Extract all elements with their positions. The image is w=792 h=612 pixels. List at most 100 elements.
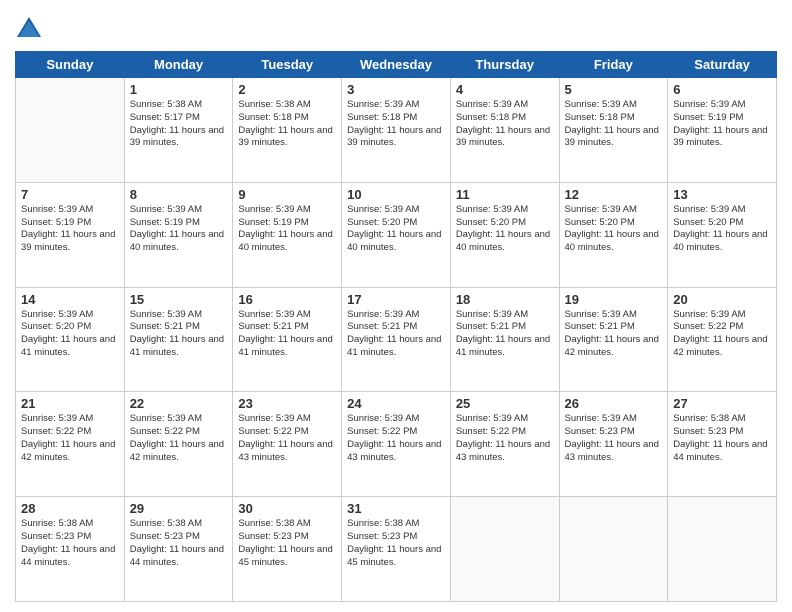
calendar-cell: 8 Sunrise: 5:39 AM Sunset: 5:19 PM Daylig… — [124, 182, 233, 287]
calendar-cell: 30 Sunrise: 5:38 AM Sunset: 5:23 PM Dayli… — [233, 497, 342, 602]
day-number: 27 — [673, 396, 771, 411]
calendar-cell: 31Sunrise: 5:38 AM Sunset: 5:23 PM Dayli… — [342, 497, 451, 602]
day-info: Sunrise: 5:38 AM Sunset: 5:23 PM Dayligh… — [347, 518, 445, 569]
day-number: 2 — [238, 82, 336, 97]
day-number: 18 — [456, 292, 554, 307]
calendar-cell: 25 Sunrise: 5:39 AM Sunset: 5:22 PM Dayli… — [450, 392, 559, 497]
calendar-body: 1Sunrise: 5:38 AM Sunset: 5:17 PM Daylig… — [16, 78, 777, 602]
calendar-cell: 6 Sunrise: 5:39 AM Sunset: 5:19 PM Daylig… — [668, 78, 777, 183]
day-info: Sunrise: 5:39 AM Sunset: 5:20 PM Dayligh… — [565, 204, 663, 255]
weekday-header-sunday: Sunday — [16, 52, 125, 78]
logo-icon — [15, 15, 43, 43]
day-info: Sunrise: 5:39 AM Sunset: 5:19 PM Dayligh… — [238, 204, 336, 255]
day-info: Sunrise: 5:39 AM Sunset: 5:18 PM Dayligh… — [347, 99, 445, 150]
calendar-cell: 17Sunrise: 5:39 AM Sunset: 5:21 PM Dayli… — [342, 287, 451, 392]
day-number: 12 — [565, 187, 663, 202]
calendar-table: SundayMondayTuesdayWednesdayThursdayFrid… — [15, 51, 777, 602]
day-number: 10 — [347, 187, 445, 202]
day-number: 13 — [673, 187, 771, 202]
calendar-cell: 4Sunrise: 5:39 AM Sunset: 5:18 PM Daylig… — [450, 78, 559, 183]
day-info: Sunrise: 5:39 AM Sunset: 5:21 PM Dayligh… — [238, 309, 336, 360]
day-number: 22 — [130, 396, 228, 411]
calendar-cell: 14 Sunrise: 5:39 AM Sunset: 5:20 PM Dayli… — [16, 287, 125, 392]
calendar-cell: 28Sunrise: 5:38 AM Sunset: 5:23 PM Dayli… — [16, 497, 125, 602]
day-number: 24 — [347, 396, 445, 411]
weekday-header-friday: Friday — [559, 52, 668, 78]
calendar-cell: 18 Sunrise: 5:39 AM Sunset: 5:21 PM Dayli… — [450, 287, 559, 392]
day-number: 17 — [347, 292, 445, 307]
day-info: Sunrise: 5:39 AM Sunset: 5:19 PM Dayligh… — [673, 99, 771, 150]
day-number: 8 — [130, 187, 228, 202]
calendar-cell — [559, 497, 668, 602]
day-info: Sunrise: 5:39 AM Sunset: 5:22 PM Dayligh… — [456, 413, 554, 464]
day-info: Sunrise: 5:39 AM Sunset: 5:22 PM Dayligh… — [347, 413, 445, 464]
calendar-cell: 19 Sunrise: 5:39 AM Sunset: 5:21 PM Dayli… — [559, 287, 668, 392]
day-info: Sunrise: 5:39 AM Sunset: 5:22 PM Dayligh… — [21, 413, 119, 464]
day-number: 14 — [21, 292, 119, 307]
calendar-cell — [16, 78, 125, 183]
calendar-cell: 16 Sunrise: 5:39 AM Sunset: 5:21 PM Dayli… — [233, 287, 342, 392]
day-number: 25 — [456, 396, 554, 411]
page: SundayMondayTuesdayWednesdayThursdayFrid… — [0, 0, 792, 612]
day-number: 20 — [673, 292, 771, 307]
calendar-cell: 12 Sunrise: 5:39 AM Sunset: 5:20 PM Dayli… — [559, 182, 668, 287]
day-info: Sunrise: 5:39 AM Sunset: 5:20 PM Dayligh… — [456, 204, 554, 255]
day-info: Sunrise: 5:38 AM Sunset: 5:23 PM Dayligh… — [238, 518, 336, 569]
day-info: Sunrise: 5:39 AM Sunset: 5:22 PM Dayligh… — [673, 309, 771, 360]
day-number: 7 — [21, 187, 119, 202]
calendar-cell: 3 Sunrise: 5:39 AM Sunset: 5:18 PM Daylig… — [342, 78, 451, 183]
day-number: 21 — [21, 396, 119, 411]
day-info: Sunrise: 5:38 AM Sunset: 5:23 PM Dayligh… — [130, 518, 228, 569]
day-info: Sunrise: 5:39 AM Sunset: 5:21 PM Dayligh… — [456, 309, 554, 360]
day-info: Sunrise: 5:39 AM Sunset: 5:19 PM Dayligh… — [130, 204, 228, 255]
calendar-week-4: 28 Sunrise: 5:38 AM Sunset: 5:23 PM Dayli… — [16, 497, 777, 602]
weekday-header-saturday: Saturday — [668, 52, 777, 78]
calendar-week-3: 21 Sunrise: 5:39 AM Sunset: 5:22 PM Dayli… — [16, 392, 777, 497]
day-number: 30 — [238, 501, 336, 516]
calendar-cell: 5 Sunrise: 5:39 AM Sunset: 5:18 PM Daylig… — [559, 78, 668, 183]
weekday-header-tuesday: Tuesday — [233, 52, 342, 78]
day-number: 5 — [565, 82, 663, 97]
day-number: 4 — [456, 82, 554, 97]
day-number: 9 — [238, 187, 336, 202]
calendar-cell: 29Sunrise: 5:38 AM Sunset: 5:23 PM Dayli… — [124, 497, 233, 602]
calendar-cell: 26Sunrise: 5:39 AM Sunset: 5:23 PM Dayli… — [559, 392, 668, 497]
day-info: Sunrise: 5:38 AM Sunset: 5:23 PM Dayligh… — [673, 413, 771, 464]
calendar-cell: 13 Sunrise: 5:39 AM Sunset: 5:20 PM Dayli… — [668, 182, 777, 287]
day-number: 23 — [238, 396, 336, 411]
calendar-week-0: 1Sunrise: 5:38 AM Sunset: 5:17 PM Daylig… — [16, 78, 777, 183]
day-number: 16 — [238, 292, 336, 307]
day-info: Sunrise: 5:38 AM Sunset: 5:18 PM Dayligh… — [238, 99, 336, 150]
weekday-header-wednesday: Wednesday — [342, 52, 451, 78]
calendar-cell: 11Sunrise: 5:39 AM Sunset: 5:20 PM Dayli… — [450, 182, 559, 287]
calendar-cell: 7Sunrise: 5:39 AM Sunset: 5:19 PM Daylig… — [16, 182, 125, 287]
calendar-header: SundayMondayTuesdayWednesdayThursdayFrid… — [16, 52, 777, 78]
calendar-week-1: 7 Sunrise: 5:39 AM Sunset: 5:19 PM Daylig… — [16, 182, 777, 287]
calendar-cell: 15Sunrise: 5:39 AM Sunset: 5:21 PM Dayli… — [124, 287, 233, 392]
weekday-header-monday: Monday — [124, 52, 233, 78]
day-number: 1 — [130, 82, 228, 97]
calendar-cell: 9 Sunrise: 5:39 AM Sunset: 5:19 PM Daylig… — [233, 182, 342, 287]
day-info: Sunrise: 5:39 AM Sunset: 5:22 PM Dayligh… — [238, 413, 336, 464]
day-number: 19 — [565, 292, 663, 307]
day-info: Sunrise: 5:39 AM Sunset: 5:20 PM Dayligh… — [673, 204, 771, 255]
day-number: 3 — [347, 82, 445, 97]
calendar-cell: 1Sunrise: 5:38 AM Sunset: 5:17 PM Daylig… — [124, 78, 233, 183]
day-info: Sunrise: 5:39 AM Sunset: 5:20 PM Dayligh… — [21, 309, 119, 360]
day-info: Sunrise: 5:39 AM Sunset: 5:21 PM Dayligh… — [130, 309, 228, 360]
day-info: Sunrise: 5:39 AM Sunset: 5:22 PM Dayligh… — [130, 413, 228, 464]
day-info: Sunrise: 5:39 AM Sunset: 5:18 PM Dayligh… — [565, 99, 663, 150]
calendar-cell: 10Sunrise: 5:39 AM Sunset: 5:20 PM Dayli… — [342, 182, 451, 287]
calendar-cell: 24 Sunrise: 5:39 AM Sunset: 5:22 PM Dayli… — [342, 392, 451, 497]
day-number: 28 — [21, 501, 119, 516]
day-info: Sunrise: 5:39 AM Sunset: 5:21 PM Dayligh… — [565, 309, 663, 360]
header — [15, 15, 777, 43]
calendar-cell — [450, 497, 559, 602]
calendar-week-2: 14 Sunrise: 5:39 AM Sunset: 5:20 PM Dayli… — [16, 287, 777, 392]
weekday-row: SundayMondayTuesdayWednesdayThursdayFrid… — [16, 52, 777, 78]
calendar-cell: 22 Sunrise: 5:39 AM Sunset: 5:22 PM Dayli… — [124, 392, 233, 497]
calendar-cell — [668, 497, 777, 602]
day-info: Sunrise: 5:39 AM Sunset: 5:23 PM Dayligh… — [565, 413, 663, 464]
logo — [15, 15, 47, 43]
day-number: 6 — [673, 82, 771, 97]
